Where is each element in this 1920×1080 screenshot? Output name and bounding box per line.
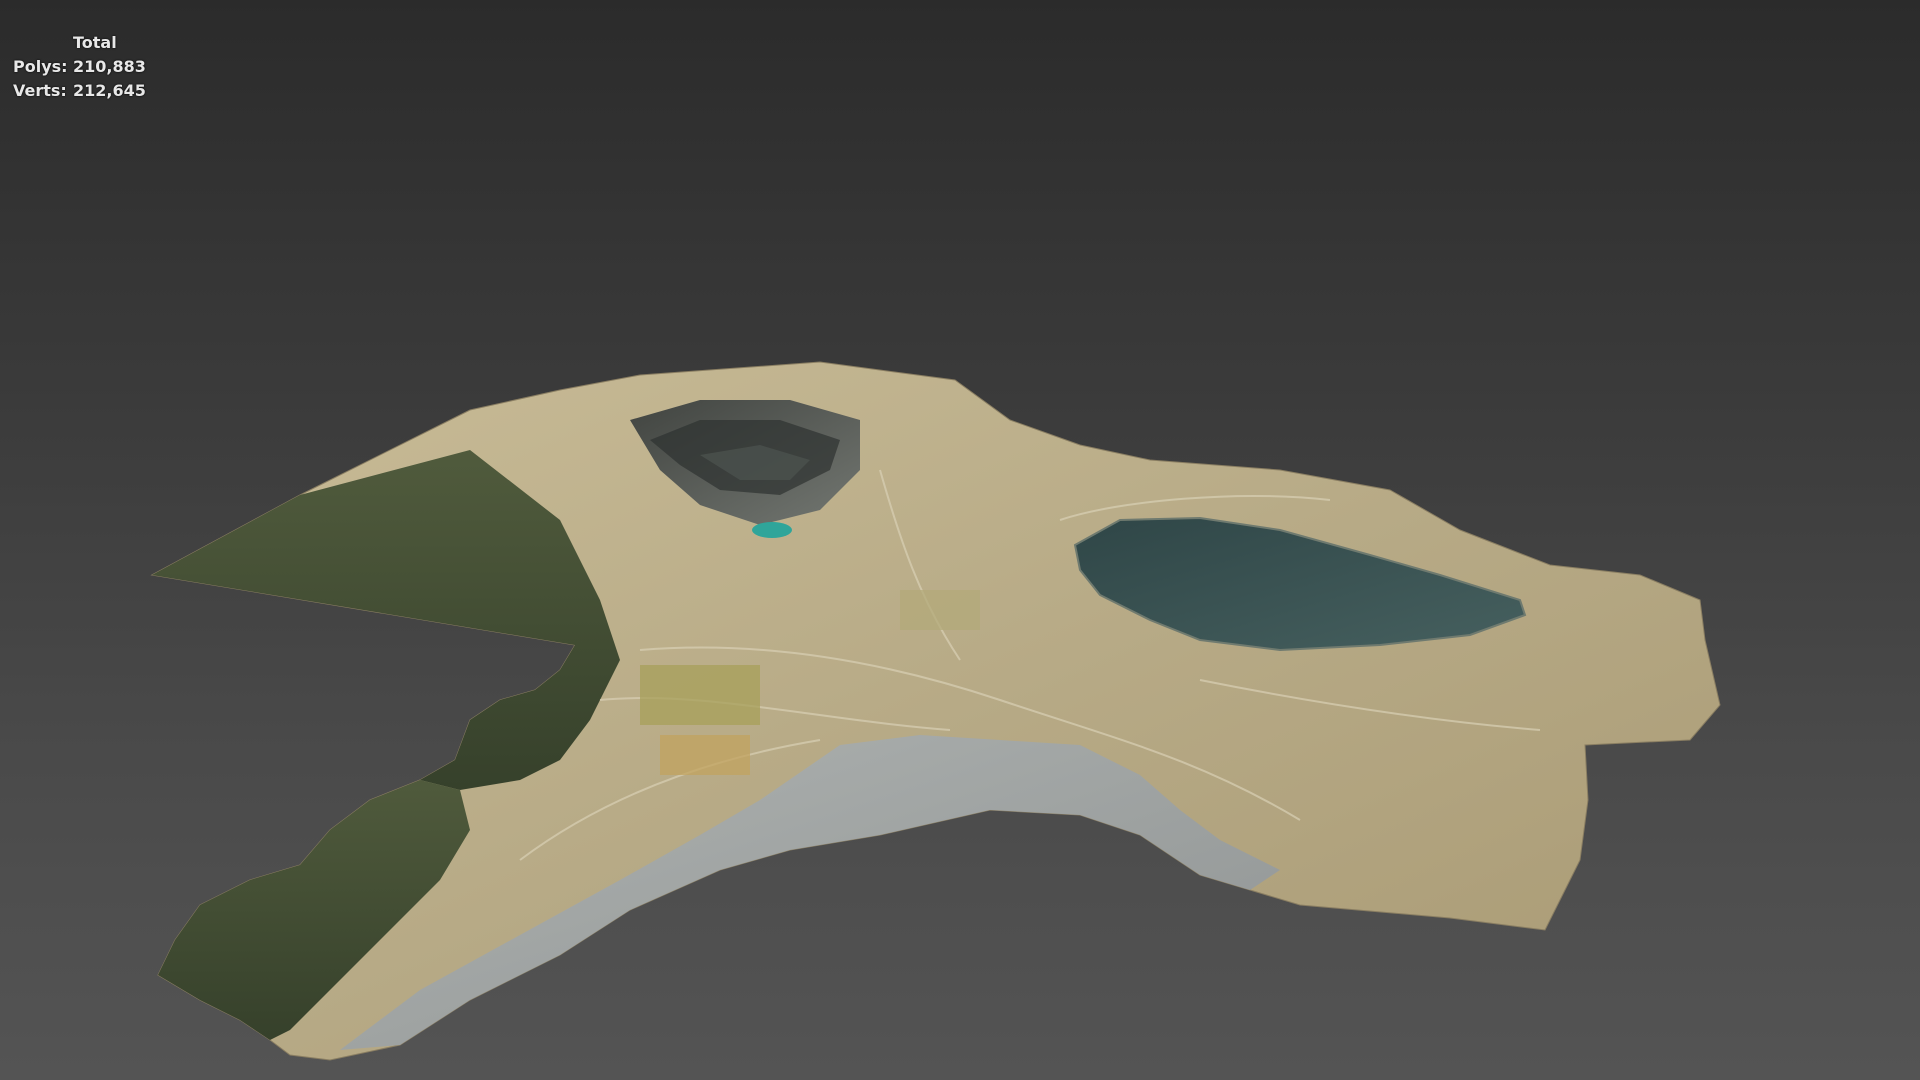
verts-value: 212,645 [73, 81, 146, 100]
polys-value: 210,883 [73, 57, 146, 76]
3d-viewport[interactable]: Total Polys: 210,883 Verts: 212,645 [0, 0, 1920, 1080]
verts-label: Verts: [13, 81, 67, 100]
polys-label: Polys: [13, 57, 68, 76]
polys-row: Polys: 210,883 [13, 55, 146, 79]
small-pond [752, 522, 792, 538]
terrain-mesh[interactable] [0, 0, 1920, 1080]
verts-row: Verts: 212,645 [13, 79, 146, 103]
viewport-statistics: Total Polys: 210,883 Verts: 212,645 [13, 31, 146, 103]
stats-title: Total [73, 33, 117, 52]
terrain-base [150, 361, 1721, 1061]
